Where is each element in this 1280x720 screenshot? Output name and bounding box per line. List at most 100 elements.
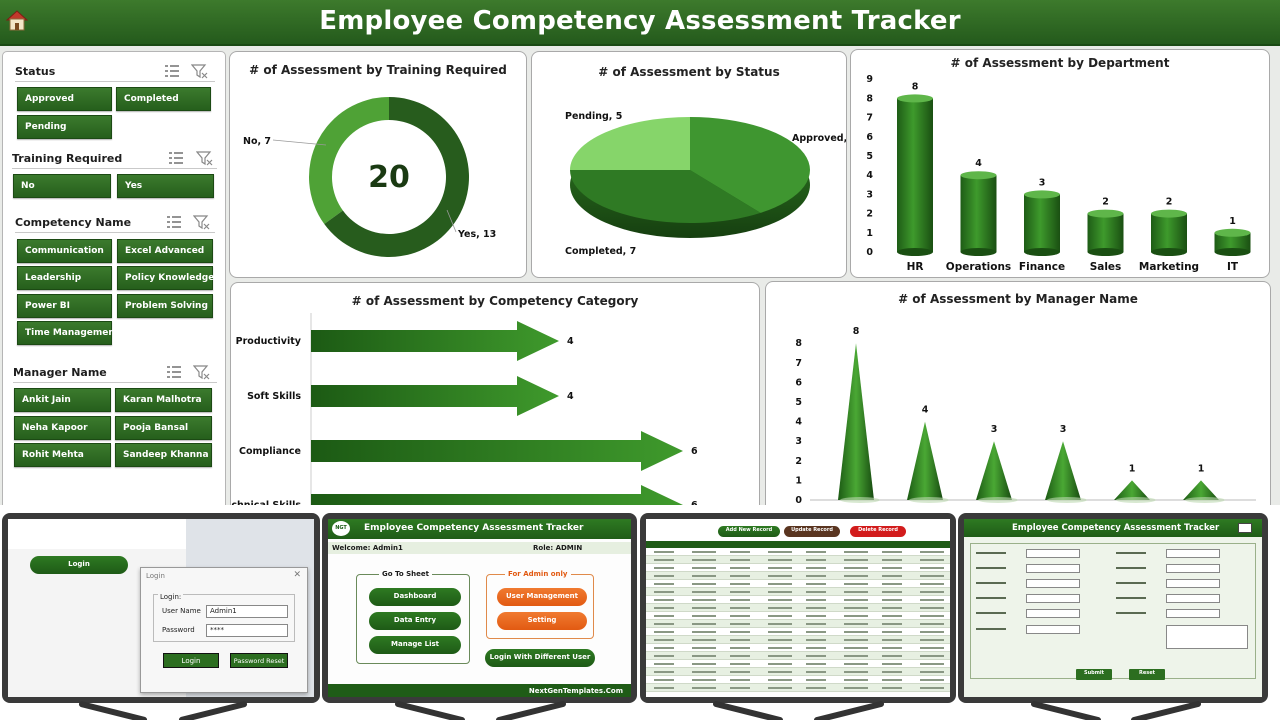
- left-form-input-2[interactable]: [1026, 579, 1080, 588]
- username-input[interactable]: Admin1: [206, 605, 288, 618]
- multi-select-icon[interactable]: [167, 150, 185, 166]
- right-form-input-3[interactable]: [1166, 594, 1220, 603]
- cone-6[interactable]: [1183, 480, 1225, 503]
- data-label-pending: Pending, 5: [565, 111, 622, 122]
- arrow-bar-productivity[interactable]: [311, 321, 559, 361]
- right-form-input-2[interactable]: [1166, 579, 1220, 588]
- slicer-item-time-management[interactable]: Time Management: [17, 321, 119, 345]
- slicer-item-excel-advanced[interactable]: Excel Advanced: [117, 239, 213, 263]
- slicer-item-no[interactable]: No: [13, 174, 111, 198]
- monitor-entry-form: Employee Competency Assessment Tracker S…: [958, 513, 1268, 703]
- clear-filter-icon[interactable]: [191, 63, 209, 79]
- table-row: [646, 588, 950, 596]
- cone-2[interactable]: [907, 421, 949, 503]
- add-record-button[interactable]: Add New Record: [718, 526, 780, 537]
- dashboard-button[interactable]: Dashboard: [369, 588, 461, 606]
- left-form-input-3[interactable]: [1026, 594, 1080, 603]
- slicer-item-pooja-bansal[interactable]: Pooja Bansal: [115, 416, 212, 440]
- multi-select-icon[interactable]: [165, 214, 183, 230]
- close-icon[interactable]: ✕: [293, 570, 301, 580]
- slicer-item-pending[interactable]: Pending: [17, 115, 112, 139]
- form-label: [1116, 582, 1146, 584]
- slicer-item-sandeep-khanna[interactable]: Sandeep Khanna: [115, 443, 212, 467]
- manage-list-button[interactable]: Manage List: [369, 636, 461, 654]
- delete-record-button[interactable]: Delete Record: [850, 526, 906, 537]
- login-group: Login: User Name Admin1 Password ****: [153, 593, 295, 642]
- cone-5[interactable]: [1114, 480, 1156, 503]
- table-row: [646, 556, 950, 564]
- table-row: [646, 572, 950, 580]
- form-label: [976, 597, 1006, 599]
- slicer-manager-header: Manager Name: [13, 363, 217, 383]
- table-header: [646, 541, 950, 548]
- form-label: [1116, 612, 1146, 614]
- password-input[interactable]: ****: [206, 624, 288, 637]
- slicer-item-leadership[interactable]: Leadership: [17, 266, 112, 290]
- slicer-item-neha-kapoor[interactable]: Neha Kapoor: [14, 416, 111, 440]
- table-row: [646, 628, 950, 636]
- y-tick-label: 3: [866, 189, 873, 200]
- bar-it[interactable]: [1214, 228, 1251, 256]
- slicer-item-karan-malhotra[interactable]: Karan Malhotra: [115, 388, 212, 412]
- right-form-input-1[interactable]: [1166, 564, 1220, 573]
- slicer-item-approved[interactable]: Approved: [17, 87, 112, 111]
- data-entry-button[interactable]: Data Entry: [369, 612, 461, 630]
- slicer-item-yes[interactable]: Yes: [117, 174, 214, 198]
- right-form-input-4[interactable]: [1166, 609, 1220, 618]
- clear-filter-icon[interactable]: [196, 150, 214, 166]
- y-tick-label: 1: [795, 475, 802, 486]
- slicer-item-power-bi[interactable]: Power BI: [17, 294, 112, 318]
- slicer-item-problem-solving[interactable]: Problem Solving: [117, 294, 213, 318]
- left-form-input-5[interactable]: [1026, 625, 1080, 634]
- slicer-item-policy-knowledge[interactable]: Policy Knowledge: [117, 266, 214, 290]
- slicer-training-title: Training Required: [12, 152, 123, 165]
- cone-4[interactable]: [1045, 441, 1087, 503]
- multi-select-icon[interactable]: [165, 364, 183, 380]
- table-row: [646, 580, 950, 588]
- dialog-title: Login: [146, 572, 165, 580]
- form-label: [1116, 597, 1146, 599]
- login-dialog: Login ✕ Login: User Name Admin1 Password…: [140, 567, 308, 693]
- bar-marketing[interactable]: [1151, 209, 1187, 256]
- left-form-input-4[interactable]: [1026, 609, 1080, 618]
- monitor-login: Login Login ✕ Login: User Name Admin1 Pa…: [2, 513, 320, 703]
- pie-slice-pending[interactable]: [570, 117, 690, 170]
- cone-1[interactable]: [838, 343, 880, 503]
- cone-3[interactable]: [976, 441, 1018, 503]
- slicer-item-rohit-mehta[interactable]: Rohit Mehta: [14, 443, 111, 467]
- bar-hr[interactable]: [897, 94, 933, 256]
- left-form-input-1[interactable]: [1026, 564, 1080, 573]
- y-tick-label: 8: [866, 93, 873, 104]
- bar-operations[interactable]: [960, 171, 997, 256]
- x-tick-label: Operations: [946, 261, 1011, 273]
- update-record-button[interactable]: Update Record: [784, 526, 840, 537]
- user-management-button[interactable]: User Management: [497, 588, 587, 606]
- left-form-input-0[interactable]: [1026, 549, 1080, 558]
- submit-button[interactable]: Submit: [1076, 669, 1112, 680]
- slicer-competency-title: Competency Name: [15, 216, 132, 229]
- remarks-textarea[interactable]: [1166, 625, 1248, 649]
- clear-filter-icon[interactable]: [193, 214, 211, 230]
- login-button[interactable]: Login: [30, 556, 128, 574]
- dialog-login-button[interactable]: Login: [163, 653, 219, 668]
- slicer-manager-title: Manager Name: [13, 366, 107, 379]
- setting-button[interactable]: Setting: [497, 612, 587, 630]
- bar-finance[interactable]: [1024, 190, 1060, 256]
- table-row: [646, 660, 950, 668]
- multi-select-icon[interactable]: [163, 63, 181, 79]
- slicer-item-ankit-jain[interactable]: Ankit Jain: [14, 388, 111, 412]
- form-label: [1116, 552, 1146, 554]
- bar-sales[interactable]: [1087, 209, 1124, 256]
- table-row: [646, 564, 950, 572]
- slicer-item-communication[interactable]: Communication: [17, 239, 112, 263]
- slicer-item-completed[interactable]: Completed: [116, 87, 211, 111]
- clear-filter-icon[interactable]: [193, 364, 211, 380]
- arrow-bar-compliance[interactable]: [311, 431, 683, 471]
- reset-button[interactable]: Reset: [1129, 669, 1165, 680]
- arrow-bar-soft-skills[interactable]: [311, 376, 559, 416]
- right-form-input-0[interactable]: [1166, 549, 1220, 558]
- password-reset-button[interactable]: Password Reset: [230, 653, 288, 668]
- login-different-user-button[interactable]: Login With Different User: [485, 649, 595, 667]
- table-row: [646, 548, 950, 556]
- chart-training-required: # of Assessment by Training Required No,…: [229, 51, 527, 278]
